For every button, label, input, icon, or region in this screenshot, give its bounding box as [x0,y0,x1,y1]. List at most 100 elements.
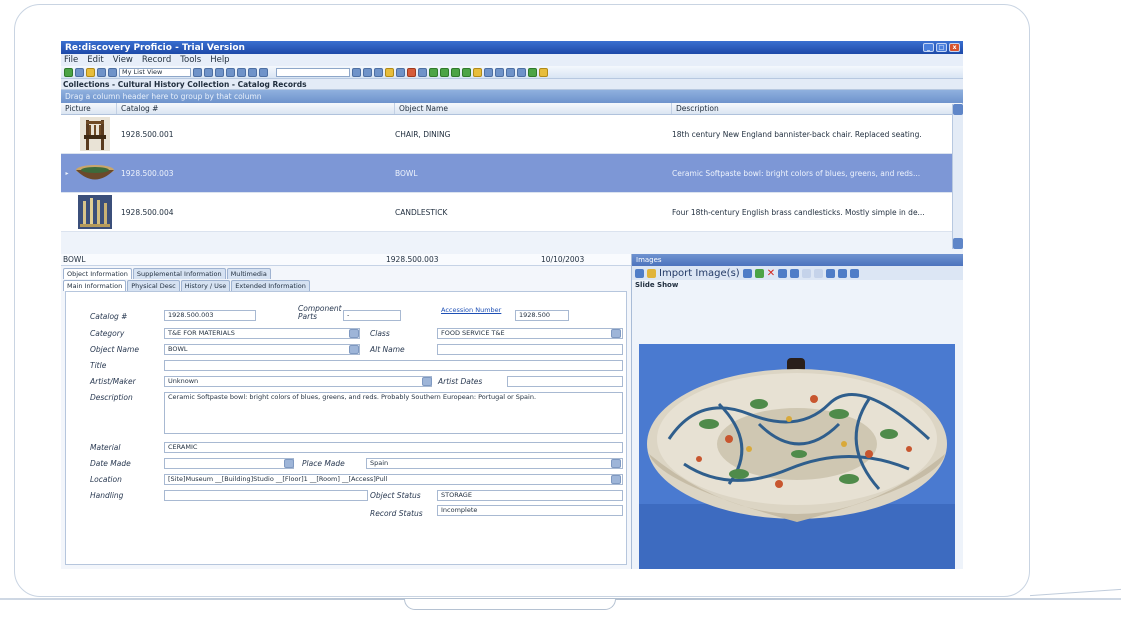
list-icon[interactable] [97,67,106,77]
users-icon[interactable] [528,67,537,77]
catalog-field[interactable]: 1928.500.003 [164,310,256,321]
tab-multimedia[interactable]: Multimedia [226,268,271,279]
category-dropdown-icon[interactable] [349,329,359,338]
record-subtabs: Main Information Physical Desc History /… [61,280,631,291]
table-row[interactable]: 1928.500.004 CANDLESTICK Four 18th-centu… [61,193,963,232]
location-field[interactable]: [Site]Museum __[Building]Studio __[Floor… [164,474,623,485]
back-icon[interactable] [64,67,73,77]
copy-icon[interactable] [495,67,504,77]
menu-record[interactable]: Record [142,55,171,65]
description-textarea[interactable]: Ceramic Softpaste bowl: bright colors of… [164,392,623,434]
first-record-icon[interactable] [193,67,202,77]
place-made-field[interactable]: Spain [366,458,623,469]
tab-physical-desc[interactable]: Physical Desc [127,280,180,291]
menu-tools[interactable]: Tools [180,55,201,65]
artist-dates-field[interactable] [507,376,623,387]
binoculars-icon[interactable] [374,67,383,77]
column-object-name[interactable]: Object Name [395,103,672,114]
green-tool-2-icon[interactable] [440,67,449,77]
play-icon[interactable] [363,67,372,77]
view-select[interactable]: My List View [119,67,191,77]
category-select[interactable]: T&E FOR MATERIALS [164,328,360,339]
title-field[interactable] [164,360,623,371]
grid-icon[interactable] [108,67,117,77]
export-icon[interactable] [473,67,482,77]
move-down-icon[interactable] [802,268,812,278]
thumbnail-view-icon[interactable] [742,268,752,278]
import-folder-icon[interactable] [647,268,656,278]
minimize-button[interactable]: _ [923,43,934,52]
tab-extended-information[interactable]: Extended Information [231,280,310,291]
table-row-selected[interactable]: ▸ 1928.500.003 BOWL Ceramic Softpaste bo… [61,154,963,193]
column-picture[interactable]: Picture [61,103,117,114]
refresh-icon[interactable] [396,67,405,77]
component-parts-field[interactable]: - [343,310,401,321]
material-field[interactable]: CERAMIC [164,442,623,453]
forward-icon[interactable] [75,67,84,77]
dropdown-icon[interactable] [352,67,361,77]
folder-icon[interactable] [86,67,95,77]
menu-view[interactable]: View [113,55,133,65]
menu-file[interactable]: File [64,55,78,65]
tab-object-information[interactable]: Object Information [63,268,132,279]
class-dropdown-icon[interactable] [611,329,621,338]
alt-name-field[interactable] [437,344,623,355]
group-by-bar[interactable]: Drag a column header here to group by th… [61,90,963,103]
first-image-icon[interactable] [826,268,836,278]
document-icon[interactable] [484,67,493,77]
tab-main-information[interactable]: Main Information [63,280,127,291]
rotate-icon[interactable] [814,268,824,278]
object-name-select[interactable]: BOWL [164,344,360,355]
accession-number-field[interactable]: 1928.500 [515,310,569,321]
calendar-icon[interactable] [506,67,515,77]
new-record-icon[interactable] [237,67,246,77]
grid-scrollbar[interactable] [952,104,963,249]
column-catalog[interactable]: Catalog # [117,103,395,114]
location-lookup-icon[interactable] [611,475,621,484]
move-up-icon[interactable] [790,268,800,278]
lightbulb-icon[interactable] [539,67,548,77]
image-view-icon[interactable] [754,268,764,278]
maximize-button[interactable]: □ [936,43,947,52]
handling-field[interactable] [164,490,368,501]
images-panel: Images Import Image(s) ✕ Slide Show [632,254,963,569]
green-tool-3-icon[interactable] [451,67,460,77]
filter-icon[interactable] [418,67,427,77]
prev-image-icon[interactable] [838,268,848,278]
object-name-dropdown-icon[interactable] [349,345,359,354]
artist-maker-field[interactable]: Unknown [164,376,432,387]
image-tool-icon[interactable] [635,268,644,278]
table-row[interactable]: 1928.500.001 CHAIR, DINING 18th century … [61,115,963,154]
import-images-button[interactable]: Import Image(s) [659,268,740,279]
tab-supplemental-information[interactable]: Supplemental Information [132,268,226,279]
report-icon[interactable] [407,67,416,77]
place-made-lookup-icon[interactable] [611,459,621,468]
next-image-icon[interactable] [850,268,860,278]
delete-icon[interactable]: ✕ [767,268,775,279]
artist-lookup-icon[interactable] [422,377,432,386]
tab-history-use[interactable]: History / Use [180,280,231,291]
scroll-down-button[interactable] [953,238,963,249]
record-status-select[interactable]: Incomplete [437,505,623,516]
object-status-select[interactable]: STORAGE [437,490,623,501]
search-icon[interactable] [248,67,257,77]
print-icon[interactable] [259,67,268,77]
date-made-field[interactable] [164,458,294,469]
help-query-icon[interactable] [385,67,394,77]
menu-edit[interactable]: Edit [87,55,103,65]
green-tool-4-icon[interactable] [462,67,471,77]
menu-help[interactable]: Help [210,55,229,65]
last-record-icon[interactable] [226,67,235,77]
scroll-up-button[interactable] [953,104,963,115]
chart-icon[interactable] [517,67,526,77]
column-description[interactable]: Description [672,103,963,114]
green-tool-1-icon[interactable] [429,67,438,77]
calendar-icon[interactable] [284,459,294,468]
search-combo[interactable] [276,67,350,77]
sort-icon[interactable] [778,268,788,278]
close-button[interactable]: x [949,43,960,52]
accession-number-link[interactable]: Accession Number [441,306,501,314]
next-record-icon[interactable] [215,67,224,77]
class-select[interactable]: FOOD SERVICE T&E [437,328,623,339]
prev-record-icon[interactable] [204,67,213,77]
